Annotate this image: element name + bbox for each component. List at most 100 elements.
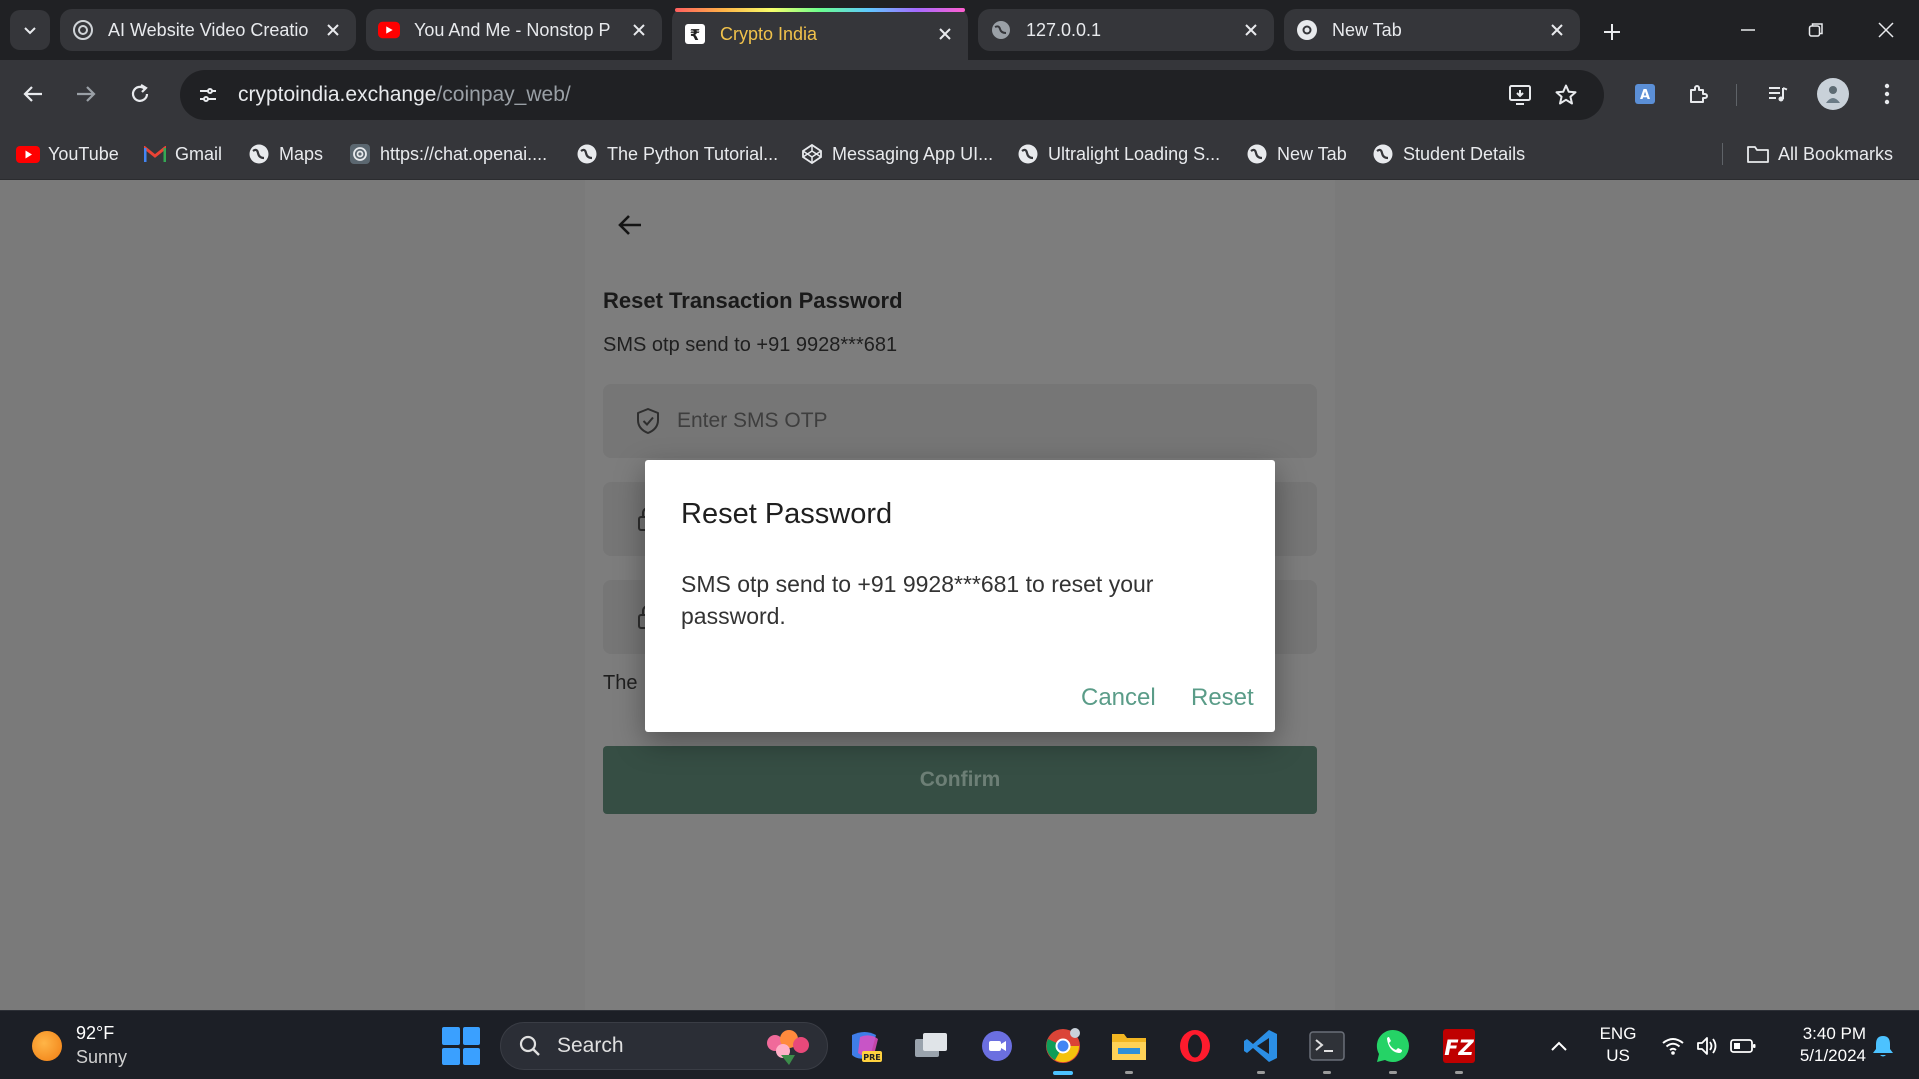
- close-icon[interactable]: [322, 19, 344, 41]
- page-back-button[interactable]: [610, 205, 650, 245]
- back-button[interactable]: [13, 74, 53, 114]
- teams-chat-icon[interactable]: [976, 1025, 1018, 1067]
- menu-kebab-icon[interactable]: [1867, 74, 1907, 114]
- extension-translate-icon[interactable]: A: [1625, 74, 1665, 114]
- file-explorer-icon[interactable]: [1108, 1025, 1150, 1067]
- battery-icon[interactable]: [1728, 1025, 1758, 1067]
- page-title: Reset Transaction Password: [603, 288, 903, 313]
- copilot-icon[interactable]: PRE: [844, 1025, 886, 1067]
- bookmark-label: Messaging App UI...: [832, 143, 994, 164]
- close-icon[interactable]: [934, 23, 956, 45]
- system-clock[interactable]: 3:40 PM 5/1/2024: [1774, 1023, 1866, 1067]
- tray-overflow-button[interactable]: [1544, 1025, 1574, 1067]
- address-bar[interactable]: cryptoindia.exchange/coinpay_web/: [180, 70, 1604, 120]
- tab-ai-website[interactable]: AI Website Video Creatio: [60, 9, 356, 51]
- windows-logo-tile: [462, 1047, 480, 1065]
- filezilla-icon[interactable]: FZ: [1438, 1025, 1480, 1067]
- bookmark-label: All Bookmarks: [1778, 143, 1894, 164]
- search-label: Search: [557, 1034, 624, 1057]
- confirm-button[interactable]: Confirm: [603, 746, 1317, 814]
- sms-otp-input[interactable]: [677, 409, 1277, 433]
- close-window-button[interactable]: [1856, 10, 1916, 50]
- sun-icon[interactable]: [32, 1031, 62, 1061]
- globe-icon: [1371, 142, 1395, 166]
- bookmark-chat-openai[interactable]: https://chat.openai....: [348, 141, 547, 167]
- reset-password-dialog: Reset Password SMS otp send to +91 9928*…: [645, 460, 1275, 732]
- reload-button[interactable]: [120, 74, 160, 114]
- terminal-icon[interactable]: [1306, 1025, 1348, 1067]
- arrow-left-icon: [23, 86, 42, 102]
- running-app-indicator: [1323, 1071, 1331, 1074]
- chatgpt-icon: [348, 142, 372, 166]
- flower-bouquet-icon: [767, 1030, 809, 1065]
- rupee-icon: ₹: [684, 23, 706, 45]
- tab-you-and-me[interactable]: You And Me - Nonstop P: [366, 9, 662, 51]
- bookmark-new-tab[interactable]: New Tab: [1245, 141, 1347, 167]
- task-view-icon[interactable]: [910, 1025, 952, 1067]
- input-language-indicator[interactable]: ENG US: [1598, 1023, 1638, 1067]
- restore-button[interactable]: [1786, 10, 1846, 50]
- bookmark-maps[interactable]: Maps: [247, 141, 323, 167]
- bookmark-label: https://chat.openai....: [380, 143, 548, 164]
- svg-text:A: A: [1640, 88, 1650, 103]
- tab-title: Crypto India: [720, 23, 818, 44]
- svg-text:PRE: PRE: [863, 1053, 881, 1062]
- bookmark-student-details[interactable]: Student Details: [1371, 141, 1525, 167]
- svg-text:₹: ₹: [690, 26, 700, 44]
- svg-text:FZ: FZ: [1444, 1036, 1474, 1060]
- forward-button[interactable]: [66, 74, 106, 114]
- globe-icon: [575, 142, 599, 166]
- tab-crypto-india[interactable]: ₹ Crypto India: [672, 8, 968, 60]
- bookmark-youtube[interactable]: YouTube: [16, 141, 119, 167]
- bookmark-messaging-app[interactable]: Messaging App UI...: [800, 141, 993, 167]
- dialog-message: SMS otp send to +91 9928***681 to reset …: [681, 571, 1154, 629]
- sms-otp-field[interactable]: [603, 384, 1317, 458]
- browser-toolbar: cryptoindia.exchange/coinpay_web/ A: [0, 60, 1919, 128]
- running-app-indicator: [1389, 1071, 1397, 1074]
- install-app-icon[interactable]: [1502, 77, 1538, 113]
- extensions-puzzle-icon[interactable]: [1679, 74, 1719, 114]
- whatsapp-icon[interactable]: [1372, 1025, 1414, 1067]
- chevron-up-icon: [1551, 1041, 1567, 1051]
- chrome-icon[interactable]: [1042, 1025, 1084, 1067]
- profile-avatar[interactable]: [1817, 78, 1849, 110]
- bookmark-gmail[interactable]: Gmail: [143, 141, 222, 167]
- weather-condition[interactable]: Sunny: [76, 1047, 127, 1068]
- weather-temperature[interactable]: 92°F: [76, 1023, 114, 1044]
- taskbar: 92°F Sunny Search PRE FZ ENG US 3:40 PM …: [0, 1010, 1919, 1079]
- close-icon[interactable]: [1546, 19, 1568, 41]
- opera-icon[interactable]: [1174, 1025, 1216, 1067]
- tab-localhost[interactable]: 127.0.0.1: [978, 9, 1274, 51]
- dialog-title: Reset Password: [681, 498, 893, 530]
- windows-logo-tile: [462, 1027, 480, 1045]
- tab-strip: AI Website Video Creatio You And Me - No…: [0, 0, 1919, 60]
- all-bookmarks-button[interactable]: All Bookmarks: [1746, 141, 1893, 167]
- cancel-button[interactable]: Cancel: [1081, 684, 1156, 712]
- reset-button[interactable]: Reset: [1191, 684, 1254, 712]
- volume-icon[interactable]: [1692, 1025, 1722, 1067]
- close-icon[interactable]: [628, 19, 650, 41]
- site-info-icon[interactable]: [190, 77, 226, 113]
- close-icon[interactable]: [1240, 19, 1262, 41]
- minimize-button[interactable]: [1718, 10, 1778, 50]
- gmail-icon: [143, 142, 167, 166]
- url-host: cryptoindia.exchange: [238, 83, 437, 106]
- new-tab-button[interactable]: [1592, 12, 1632, 52]
- bookmark-ultralight-loading[interactable]: Ultralight Loading S...: [1016, 141, 1220, 167]
- globe-icon: [247, 142, 271, 166]
- close-icon: [1878, 22, 1894, 38]
- taskbar-search[interactable]: Search: [500, 1022, 828, 1070]
- windows-start-button[interactable]: [442, 1027, 480, 1065]
- tab-search-button[interactable]: [10, 10, 50, 50]
- bookmark-star-icon[interactable]: [1548, 77, 1584, 113]
- folder-icon: [1746, 142, 1770, 166]
- media-control-icon[interactable]: [1758, 74, 1798, 114]
- notification-bell-icon[interactable]: [1868, 1025, 1898, 1067]
- windows-logo-tile: [442, 1027, 460, 1045]
- bookmark-python-tutorial[interactable]: The Python Tutorial...: [575, 141, 778, 167]
- vscode-icon[interactable]: [1240, 1025, 1282, 1067]
- wifi-icon[interactable]: [1658, 1025, 1688, 1067]
- tab-title: AI Website Video Creatio: [108, 19, 309, 40]
- tab-new-tab[interactable]: New Tab: [1284, 9, 1580, 51]
- clock-time: 3:40 PM: [1802, 1024, 1866, 1043]
